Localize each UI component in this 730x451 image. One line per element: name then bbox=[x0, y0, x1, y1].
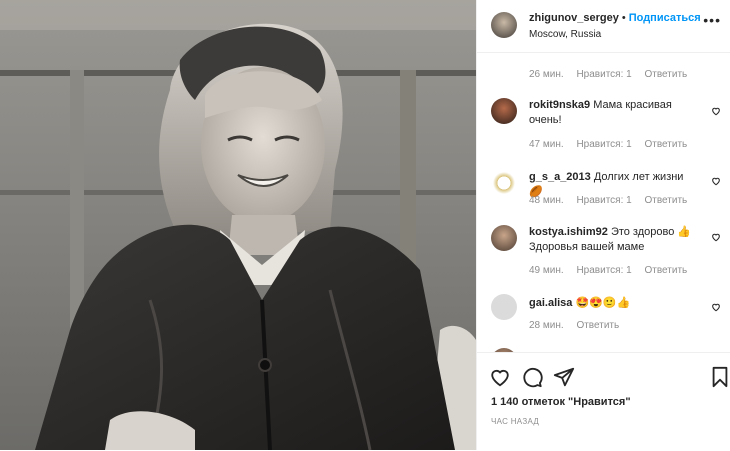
comment-likes[interactable]: Нравится: 1 bbox=[576, 139, 631, 150]
comment-meta: 28 мин. Ответить bbox=[529, 320, 629, 331]
reply-button[interactable]: Ответить bbox=[644, 69, 687, 80]
comment-meta: 26 мин. Нравится: 1 Ответить bbox=[529, 69, 697, 80]
comment-time[interactable]: 48 мин. bbox=[529, 195, 564, 206]
post-location[interactable]: Moscow, Russia bbox=[529, 29, 601, 40]
comment-body: kostya.ishim92 Это здорово 👍 Здоровья ва… bbox=[529, 225, 699, 255]
comment-likes[interactable]: Нравится: 1 bbox=[576, 69, 631, 80]
commenter-avatar[interactable] bbox=[491, 98, 517, 124]
comment-likes[interactable]: Нравится: 1 bbox=[576, 195, 631, 206]
comment-time[interactable]: 47 мин. bbox=[529, 139, 564, 150]
reply-button[interactable]: Ответить bbox=[576, 320, 619, 331]
cut-off-text-fragment bbox=[529, 52, 689, 55]
comment-time[interactable]: 49 мин. bbox=[529, 265, 564, 276]
post-timestamp[interactable]: ЧАС НАЗАД bbox=[491, 417, 539, 426]
comment-heart-icon[interactable] bbox=[711, 106, 721, 116]
commenter-avatar-placeholder[interactable] bbox=[491, 294, 517, 320]
author-line: zhigunov_sergey • Подписаться bbox=[529, 12, 701, 24]
comment-heart-icon[interactable] bbox=[711, 232, 721, 242]
comment-time[interactable]: 26 мин. bbox=[529, 69, 564, 80]
comment-text: 🤩😍🙂👍 bbox=[575, 297, 631, 309]
truncated-comment-text bbox=[529, 52, 689, 58]
commenter-username[interactable]: gai.alisa bbox=[529, 297, 572, 309]
author-avatar[interactable] bbox=[491, 12, 517, 38]
follow-button[interactable]: Подписаться bbox=[629, 12, 701, 24]
post-header: zhigunov_sergey • Подписаться Moscow, Russ… bbox=[477, 0, 730, 53]
reply-button[interactable]: Ответить bbox=[644, 265, 687, 276]
post-photo[interactable] bbox=[0, 0, 476, 450]
comment-body: gai.alisa 🤩😍🙂👍 bbox=[529, 296, 699, 311]
reply-button[interactable]: Ответить bbox=[644, 139, 687, 150]
comment-heart-icon[interactable] bbox=[711, 176, 721, 186]
author-username[interactable]: zhigunov_sergey bbox=[529, 12, 619, 24]
post-sidebar: zhigunov_sergey • Подписаться Moscow, Russ… bbox=[476, 0, 730, 451]
heart-icon[interactable] bbox=[489, 366, 511, 388]
commenter-username[interactable]: g_s_a_2013 bbox=[529, 171, 591, 183]
comment-heart-icon[interactable] bbox=[711, 302, 721, 312]
comment-meta: 49 мин. Нравится: 1 Ответить bbox=[529, 265, 697, 276]
vintage-portrait-image bbox=[0, 0, 476, 450]
share-icon[interactable] bbox=[553, 366, 575, 388]
likes-count[interactable]: 1 140 отметок "Нравится" bbox=[491, 396, 631, 408]
comment-meta: 47 мин. Нравится: 1 Ответить bbox=[529, 139, 697, 150]
comment-likes[interactable]: Нравится: 1 bbox=[576, 265, 631, 276]
separator-dot: • bbox=[621, 12, 626, 24]
commenter-avatar[interactable] bbox=[491, 225, 517, 251]
comment-meta: 48 мин. Нравится: 1 Ответить bbox=[529, 195, 697, 206]
commenter-avatar[interactable] bbox=[491, 170, 517, 196]
commenter-username[interactable]: kostya.ishim92 bbox=[529, 226, 608, 238]
comment-time[interactable]: 28 мин. bbox=[529, 320, 564, 331]
bookmark-icon[interactable] bbox=[709, 366, 730, 388]
comment-icon[interactable] bbox=[521, 366, 543, 388]
more-options-icon[interactable]: ••• bbox=[703, 12, 721, 28]
comments-list: 26 мин. Нравится: 1 Ответить rokit9nska9… bbox=[477, 52, 730, 352]
reply-button[interactable]: Ответить bbox=[644, 195, 687, 206]
commenter-username[interactable]: rokit9nska9 bbox=[529, 99, 590, 111]
post-actions-bar: 1 140 отметок "Нравится" ЧАС НАЗАД bbox=[477, 352, 730, 451]
comment-body: rokit9nska9 Мама красивая очень! bbox=[529, 98, 699, 128]
